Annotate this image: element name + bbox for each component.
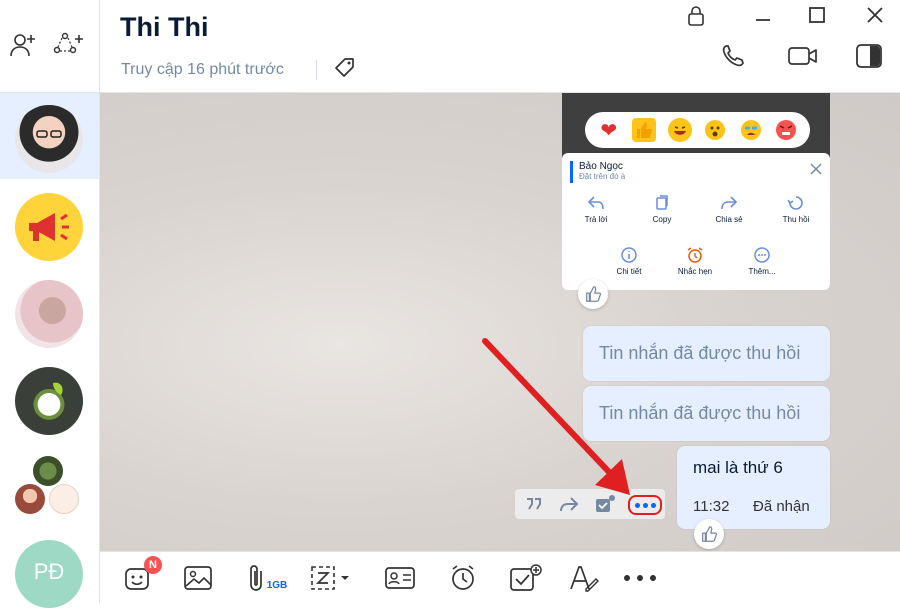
maximize-icon[interactable] bbox=[806, 4, 828, 26]
attach-file-button[interactable]: 1GB bbox=[240, 560, 294, 596]
sticker-button[interactable]: N bbox=[118, 556, 162, 596]
conversation-avatar-group[interactable] bbox=[15, 456, 83, 516]
file-limit-label: 1GB bbox=[266, 579, 288, 591]
screenshot-icon bbox=[311, 566, 349, 590]
last-seen-status: Truy cập 16 phút trước bbox=[121, 61, 284, 78]
conversation-info-icon[interactable] bbox=[854, 42, 884, 70]
profile-initials: PĐ bbox=[33, 559, 65, 584]
task-check-icon bbox=[510, 564, 542, 591]
conversation-title: Thi Thi bbox=[120, 12, 209, 42]
assign-task-button[interactable] bbox=[505, 560, 545, 596]
header-divider bbox=[316, 60, 317, 80]
text-format-icon bbox=[570, 566, 599, 592]
chat-header: Thi Thi Truy cập 16 phút trước bbox=[100, 0, 900, 93]
profile-avatar[interactable]: PĐ bbox=[15, 540, 83, 608]
paperclip-icon bbox=[249, 565, 262, 591]
conversation-avatar-3[interactable] bbox=[15, 280, 83, 348]
chat-area[interactable]: ❤ Bảo Ngọc Đặt trên đó à Trả lời Copy Ch… bbox=[100, 93, 900, 551]
reminder-button[interactable] bbox=[445, 560, 481, 596]
composer-toolbar: N 1GB bbox=[100, 551, 900, 604]
sticker-badge: N bbox=[144, 556, 162, 574]
more-tools-button[interactable] bbox=[620, 560, 660, 596]
contact-card-icon bbox=[385, 567, 415, 589]
contact-card-button[interactable] bbox=[382, 560, 418, 596]
more-horizontal-icon bbox=[624, 575, 656, 581]
tag-icon[interactable] bbox=[332, 56, 358, 82]
conversation-list: PĐ bbox=[0, 0, 100, 608]
phone-call-icon[interactable] bbox=[720, 42, 748, 70]
close-icon[interactable] bbox=[864, 4, 886, 26]
lock-icon[interactable] bbox=[685, 5, 707, 27]
conversation-avatar-1[interactable] bbox=[15, 105, 83, 173]
rail-header bbox=[0, 0, 99, 93]
conversation-avatar-2[interactable] bbox=[15, 193, 83, 261]
image-button[interactable] bbox=[180, 560, 216, 596]
alarm-clock-icon bbox=[452, 565, 474, 590]
minimize-icon[interactable] bbox=[752, 4, 774, 26]
create-group-icon[interactable] bbox=[52, 28, 86, 62]
format-text-button[interactable] bbox=[566, 560, 602, 596]
add-friend-icon[interactable] bbox=[6, 28, 40, 62]
image-icon bbox=[184, 566, 212, 590]
conversation-avatar-4[interactable] bbox=[15, 367, 83, 435]
screenshot-button[interactable] bbox=[308, 560, 358, 596]
annotation-arrow bbox=[482, 338, 630, 495]
video-call-icon[interactable] bbox=[787, 42, 819, 70]
